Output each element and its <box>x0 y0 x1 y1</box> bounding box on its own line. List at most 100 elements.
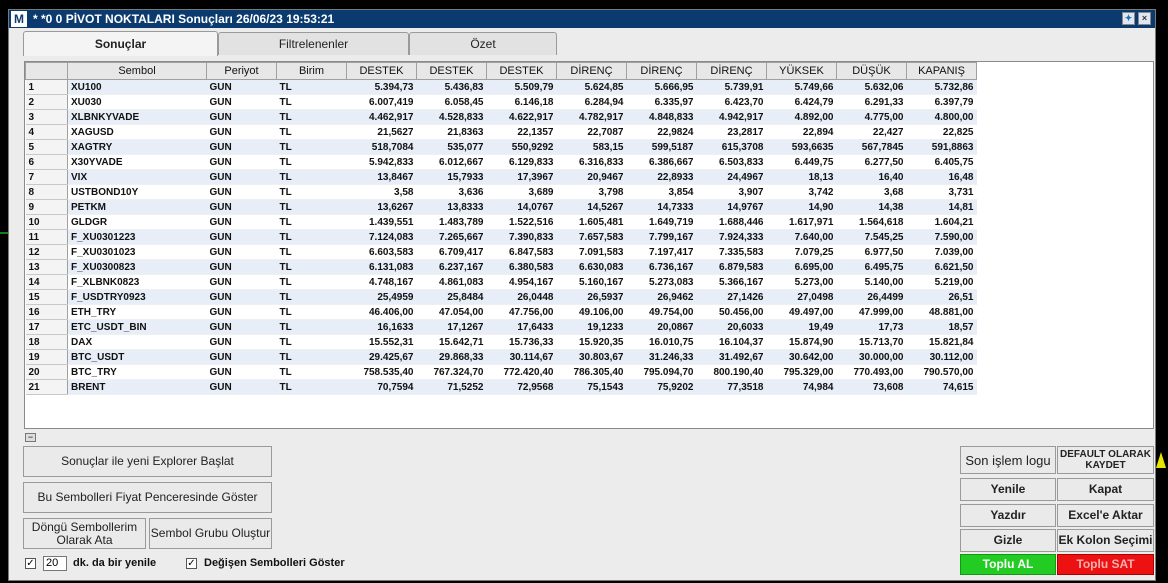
table-cell: 5.273,00 <box>766 274 837 290</box>
results-grid[interactable]: Sembol Periyot Birim DESTEK DESTEK DESTEK DİRE… <box>24 61 1154 429</box>
table-row[interactable]: 10 GLDGR GUN TL 1.439,551 1.483,789 1.522,516 1… <box>25 214 977 230</box>
row-index: 17 <box>25 319 68 335</box>
bulk-sell-button[interactable]: Toplu SAT <box>1057 554 1154 575</box>
table-row[interactable]: 3 XLBNKYVADE GUN TL 4.462,917 4.528,833 4.622,… <box>25 109 977 125</box>
table-cell: 4.848,833 <box>626 109 697 125</box>
table-cell: TL <box>276 124 347 140</box>
table-row[interactable]: 21 BRENT GUN TL 70,7594 71,5252 72,9568 75,1543… <box>25 379 977 395</box>
table-row[interactable]: 15 F_USDTRY0923 GUN TL 25,4959 25,8484 26,0448… <box>25 289 977 305</box>
save-default-button[interactable]: DEFAULT OLARAK KAYDET <box>1057 446 1154 474</box>
assign-loop-symbols-button[interactable]: Döngü Sembollerim Olarak Ata <box>23 518 146 549</box>
table-cell: 22,7087 <box>556 124 627 140</box>
table-cell: 6.630,083 <box>556 259 627 275</box>
table-cell: 20,0867 <box>626 319 697 335</box>
table-cell: TL <box>276 169 347 185</box>
table-cell: 49.754,00 <box>626 304 697 320</box>
table-cell: 583,15 <box>556 139 627 155</box>
table-cell: 7.197,417 <box>626 244 697 260</box>
bulk-buy-button[interactable]: Toplu AL <box>960 554 1056 575</box>
symbol-cell: VIX <box>67 169 207 185</box>
title-bar[interactable]: M * *0 0 PİVOT NOKTALARI Sonuçları 26/06… <box>9 10 1155 28</box>
app-logo-icon: M <box>11 11 27 27</box>
column-header[interactable]: DESTEK <box>486 62 557 80</box>
show-changed-checkbox[interactable]: ✓ <box>186 558 197 569</box>
table-row[interactable]: 18 DAX GUN TL 15.552,31 15.642,71 15.736,33 15.… <box>25 334 977 350</box>
symbol-cell: ETC_USDT_BIN <box>67 319 207 335</box>
table-cell: TL <box>276 184 347 200</box>
table-row[interactable]: 9 PETKM GUN TL 13,6267 13,8333 14,0767 14,5267 1… <box>25 199 977 215</box>
column-header[interactable]: DİRENÇ <box>696 62 767 80</box>
table-cell: 31.492,67 <box>696 349 767 365</box>
table-row[interactable]: 7 VIX GUN TL 13,8467 15,7933 17,3967 20,9467 22,… <box>25 169 977 185</box>
table-cell: 6.380,583 <box>486 259 557 275</box>
table-cell: 3,636 <box>416 184 487 200</box>
table-row[interactable]: 4 XAGUSD GUN TL 21,5627 21,8363 22,1357 22,7087… <box>25 124 977 140</box>
column-header[interactable]: DİRENÇ <box>626 62 697 80</box>
table-cell: GUN <box>206 319 277 335</box>
table-cell: TL <box>276 334 347 350</box>
table-row[interactable]: 13 F_XU0300823 GUN TL 6.131,083 6.237,167 6.38… <box>25 259 977 275</box>
column-header[interactable]: DİRENÇ <box>556 62 627 80</box>
table-cell: 5.942,833 <box>346 154 417 170</box>
collapse-toggle[interactable]: − <box>25 433 36 442</box>
tab-filtered[interactable]: Filtrelenenler <box>218 32 409 55</box>
create-symbol-group-button[interactable]: Sembol Grubu Oluştur <box>149 518 272 549</box>
auto-refresh-checkbox[interactable]: ✓ <box>25 558 36 569</box>
table-row[interactable]: 8 USTBOND10Y GUN TL 3,58 3,636 3,689 3,798 3,854… <box>25 184 977 200</box>
column-header[interactable]: DESTEK <box>346 62 417 80</box>
column-header[interactable]: YÜKSEK <box>766 62 837 80</box>
table-cell: 21,5627 <box>346 124 417 140</box>
row-index: 3 <box>25 109 68 125</box>
column-header[interactable]: Periyot <box>206 62 277 80</box>
hide-button[interactable]: Gizle <box>960 529 1056 552</box>
table-row[interactable]: 12 F_XU0301023 GUN TL 6.603,583 6.709,417 6.84… <box>25 244 977 260</box>
show-in-price-window-button[interactable]: Bu Sembolleri Fiyat Penceresinde Göster <box>23 482 272 513</box>
table-cell: 795.094,70 <box>626 364 697 380</box>
last-log-button[interactable]: Son işlem logu <box>960 446 1056 474</box>
table-cell: 47.054,00 <box>416 304 487 320</box>
table-row[interactable]: 14 F_XLBNK0823 GUN TL 4.748,167 4.861,083 4.95… <box>25 274 977 290</box>
tab-results[interactable]: Sonuçlar <box>23 31 218 56</box>
table-cell: GUN <box>206 94 277 110</box>
table-cell: 6.503,833 <box>696 154 767 170</box>
table-row[interactable]: 16 ETH_TRY GUN TL 46.406,00 47.054,00 47.756,0… <box>25 304 977 320</box>
row-index: 14 <box>25 274 68 290</box>
close-icon[interactable]: × <box>1138 12 1151 25</box>
new-explorer-button[interactable]: Sonuçlar ile yeni Explorer Başlat <box>23 446 272 477</box>
table-cell: 49.106,00 <box>556 304 627 320</box>
table-cell: 4.748,167 <box>346 274 417 290</box>
table-row[interactable]: 17 ETC_USDT_BIN GUN TL 16,1633 17,1267 17,6433… <box>25 319 977 335</box>
table-row[interactable]: 5 XAGTRY GUN TL 518,7084 535,077 550,9292 583,1… <box>25 139 977 155</box>
extra-column-button[interactable]: Ek Kolon Seçimi <box>1057 529 1154 552</box>
table-cell: GUN <box>206 79 277 95</box>
table-cell: 7.265,667 <box>416 229 487 245</box>
column-header[interactable]: DÜŞÜK <box>836 62 907 80</box>
table-cell: 74,984 <box>766 379 837 395</box>
table-cell: 15,7933 <box>416 169 487 185</box>
refresh-minutes-input[interactable]: 20 <box>43 556 67 571</box>
table-cell: 5.436,83 <box>416 79 487 95</box>
table-row[interactable]: 1 XU100 GUN TL 5.394,73 5.436,83 5.509,79 5.624… <box>25 79 977 95</box>
tab-summary[interactable]: Özet <box>409 32 557 55</box>
table-cell: 6.423,70 <box>696 94 767 110</box>
close-button[interactable]: Kapat <box>1057 478 1154 501</box>
table-cell: 790.570,00 <box>906 364 977 380</box>
row-index: 10 <box>25 214 68 230</box>
refresh-button[interactable]: Yenile <box>960 478 1056 501</box>
table-cell: 591,8863 <box>906 139 977 155</box>
export-excel-button[interactable]: Excel'e Aktar <box>1057 504 1154 527</box>
column-header[interactable]: Birim <box>276 62 347 80</box>
column-header[interactable]: DESTEK <box>416 62 487 80</box>
table-cell: 6.405,75 <box>906 154 977 170</box>
table-cell: TL <box>276 229 347 245</box>
table-row[interactable]: 11 F_XU0301223 GUN TL 7.124,083 7.265,667 7.39… <box>25 229 977 245</box>
table-row[interactable]: 20 BTC_TRY GUN TL 758.535,40 767.324,70 772.42… <box>25 364 977 380</box>
table-row[interactable]: 2 XU030 GUN TL 6.007,419 6.058,45 6.146,18 6.28… <box>25 94 977 110</box>
table-row[interactable]: 6 X30YVADE GUN TL 5.942,833 6.012,667 6.129,83… <box>25 154 977 170</box>
column-header[interactable]: Sembol <box>67 62 207 80</box>
twitter-icon[interactable]: ✦ <box>1122 12 1135 25</box>
column-header[interactable]: KAPANIŞ <box>906 62 977 80</box>
table-cell: 6.146,18 <box>486 94 557 110</box>
print-button[interactable]: Yazdır <box>960 504 1056 527</box>
table-row[interactable]: 19 BTC_USDT GUN TL 29.425,67 29.868,33 30.114,… <box>25 349 977 365</box>
